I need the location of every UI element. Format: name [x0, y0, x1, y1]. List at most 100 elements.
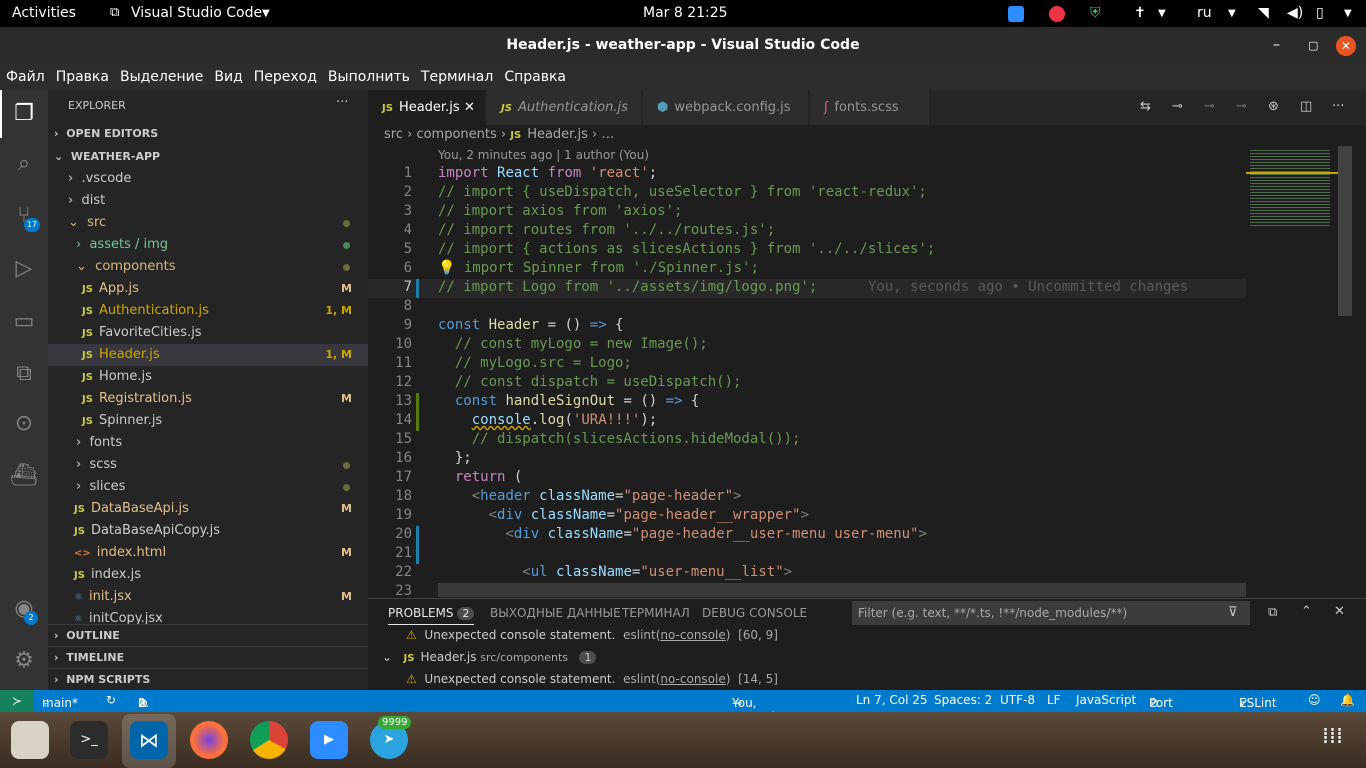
- tree-item[interactable]: ⌄ components: [48, 256, 368, 278]
- tab-webpack-config[interactable]: ⬢ webpack.config.js: [643, 90, 809, 125]
- remote-explorer-icon[interactable]: ▭: [10, 308, 38, 336]
- close-icon[interactable]: ✕: [464, 90, 475, 125]
- split-editor-icon[interactable]: ◫: [1300, 99, 1312, 114]
- remote-indicator-icon[interactable]: ≻: [0, 690, 34, 712]
- sync-icon[interactable]: ↻: [106, 693, 116, 707]
- tab-header-js[interactable]: JS Header.js ✕: [368, 90, 486, 125]
- files-app-icon[interactable]: [11, 721, 49, 759]
- tab-fonts-scss[interactable]: ʃ fonts.scss: [810, 90, 930, 125]
- git-prev-icon[interactable]: ⊸: [1204, 99, 1215, 114]
- notifications-icon[interactable]: 🔔: [1340, 693, 1355, 707]
- more-actions-icon[interactable]: ···: [1332, 99, 1344, 114]
- close-icon[interactable]: ✕: [1334, 604, 1345, 619]
- zoom-app-icon[interactable]: ▶: [310, 721, 348, 759]
- gear-icon[interactable]: ⚙: [10, 647, 38, 675]
- accessibility-icon[interactable]: ✝: [1134, 5, 1146, 21]
- volume-icon[interactable]: ◀): [1287, 5, 1303, 21]
- git-graph-icon[interactable]: ⊙: [10, 410, 38, 438]
- tree-item[interactable]: › dist: [48, 190, 368, 212]
- tab-authentication-js[interactable]: JS Authentication.js: [487, 90, 642, 125]
- zoom-tray-icon[interactable]: [1008, 6, 1024, 22]
- npm-scripts-section[interactable]: › NPM SCRIPTS: [48, 668, 368, 690]
- minimap[interactable]: [1246, 146, 1352, 598]
- firefox-app-icon[interactable]: [190, 721, 228, 759]
- vertical-scrollbar[interactable]: [1338, 146, 1352, 316]
- tree-item[interactable]: JS DataBaseApiCopy.js: [48, 520, 368, 542]
- tree-item-selected[interactable]: JS Header.js 1, M: [48, 344, 368, 366]
- shield-icon[interactable]: ⛨: [1090, 5, 1101, 21]
- chrome-app-icon[interactable]: [250, 721, 288, 759]
- breadcrumb-item[interactable]: Header.js: [527, 127, 588, 142]
- close-icon[interactable]: ✕: [1336, 36, 1356, 56]
- tree-item[interactable]: ⚛ init.jsx M: [48, 586, 368, 608]
- tree-item[interactable]: JS Registration.js M: [48, 388, 368, 410]
- project-section[interactable]: ⌄ WEATHER-APP: [48, 146, 368, 168]
- tree-item[interactable]: JS FavoriteCities.js: [48, 322, 368, 344]
- battery-icon[interactable]: ▯: [1316, 5, 1324, 21]
- tree-item[interactable]: <> index.html M: [48, 542, 368, 564]
- terminal-app-icon[interactable]: >_: [70, 721, 108, 759]
- problem-file-row[interactable]: ⌄ JS Header.js src/components 1: [382, 650, 597, 664]
- language-mode[interactable]: JavaScript: [1076, 693, 1136, 707]
- feedback-icon[interactable]: ☺: [1308, 693, 1321, 707]
- docker-icon[interactable]: ⛴: [10, 462, 38, 490]
- maximize-icon[interactable]: ▢: [1308, 27, 1318, 64]
- keyboard-layout[interactable]: ru: [1197, 5, 1212, 21]
- run-debug-icon[interactable]: ▷: [10, 255, 38, 283]
- tree-item[interactable]: ⚛ initCopy.jsx: [48, 608, 368, 624]
- extensions-icon[interactable]: ⧉: [10, 360, 38, 388]
- app-menu-button[interactable]: Visual Studio Code: [131, 5, 262, 21]
- chrome-tray-icon[interactable]: [1049, 6, 1065, 22]
- tree-item[interactable]: JS Authentication.js 1, M: [48, 300, 368, 322]
- tree-item[interactable]: › fonts: [48, 432, 368, 454]
- tree-item[interactable]: › slices: [48, 476, 368, 498]
- indentation[interactable]: Spaces: 2: [934, 693, 992, 707]
- tree-item[interactable]: JS index.js: [48, 564, 368, 586]
- horizontal-scrollbar[interactable]: [438, 583, 1246, 597]
- search-icon[interactable]: ⌕: [10, 150, 38, 178]
- chevron-up-icon[interactable]: ⌃: [1301, 604, 1312, 619]
- breadcrumb-item[interactable]: components: [416, 127, 496, 142]
- tree-item[interactable]: ⌄ src: [48, 212, 368, 234]
- git-next-icon[interactable]: ⊸: [1236, 99, 1247, 114]
- outline-section[interactable]: › OUTLINE: [48, 624, 368, 646]
- filter-input[interactable]: Filter (e.g. text, **/*.ts, !**/node_mod…: [852, 601, 1250, 625]
- breadcrumb-item[interactable]: src: [384, 127, 403, 142]
- tree-item[interactable]: JS Spinner.js: [48, 410, 368, 432]
- end-of-line[interactable]: LF: [1047, 693, 1061, 707]
- clock[interactable]: Mar 8 21:25: [643, 5, 728, 21]
- tree-item[interactable]: JS DataBaseApi.js M: [48, 498, 368, 520]
- tab-problems[interactable]: PROBLEMS 2: [388, 606, 475, 625]
- explorer-icon[interactable]: ❐: [10, 100, 38, 128]
- vscode-app-icon[interactable]: ⋈: [130, 721, 168, 759]
- menu-edit[interactable]: Правка: [50, 64, 114, 85]
- wifi-icon[interactable]: ◥: [1258, 5, 1269, 21]
- menu-go[interactable]: Переход: [248, 64, 322, 85]
- filter-icon[interactable]: ⊽: [1228, 605, 1238, 620]
- menu-view[interactable]: Вид: [208, 64, 247, 85]
- problem-row[interactable]: ⚠ Unexpected console statement. eslint(n…: [406, 628, 778, 642]
- tree-item[interactable]: › assets / img: [48, 234, 368, 256]
- breadcrumb-item[interactable]: …: [601, 127, 614, 142]
- tab-output[interactable]: ВЫХОДНЫЕ ДАННЫЕ: [490, 606, 621, 620]
- minimize-icon[interactable]: –: [1273, 27, 1280, 64]
- git-commit-icon[interactable]: ⊸: [1172, 99, 1183, 114]
- codelens-blame[interactable]: You, 2 minutes ago | 1 author (You): [438, 148, 649, 162]
- tree-item[interactable]: › scss: [48, 454, 368, 476]
- menu-help[interactable]: Справка: [498, 64, 571, 85]
- tree-item[interactable]: JS App.js M: [48, 278, 368, 300]
- menu-file[interactable]: Файл: [0, 64, 50, 85]
- app-grid-icon[interactable]: ⁞⁞⁞: [1322, 724, 1343, 749]
- encoding[interactable]: UTF-8: [1000, 693, 1035, 707]
- more-actions-icon[interactable]: ···: [336, 95, 348, 110]
- git-blame-icon[interactable]: ⊛: [1268, 99, 1279, 114]
- activities-button[interactable]: Activities: [12, 5, 76, 21]
- tab-terminal[interactable]: ТЕРМИНАЛ: [622, 606, 690, 620]
- cursor-position[interactable]: Ln 7, Col 25: [856, 693, 928, 707]
- open-editors-section[interactable]: › OPEN EDITORS: [48, 123, 368, 145]
- compare-changes-icon[interactable]: ⇆: [1140, 99, 1151, 114]
- tab-debug-console[interactable]: DEBUG CONSOLE: [702, 606, 807, 620]
- menu-terminal[interactable]: Терминал: [415, 64, 498, 85]
- collapse-all-icon[interactable]: ⧉: [1268, 605, 1277, 620]
- timeline-section[interactable]: › TIMELINE: [48, 646, 368, 668]
